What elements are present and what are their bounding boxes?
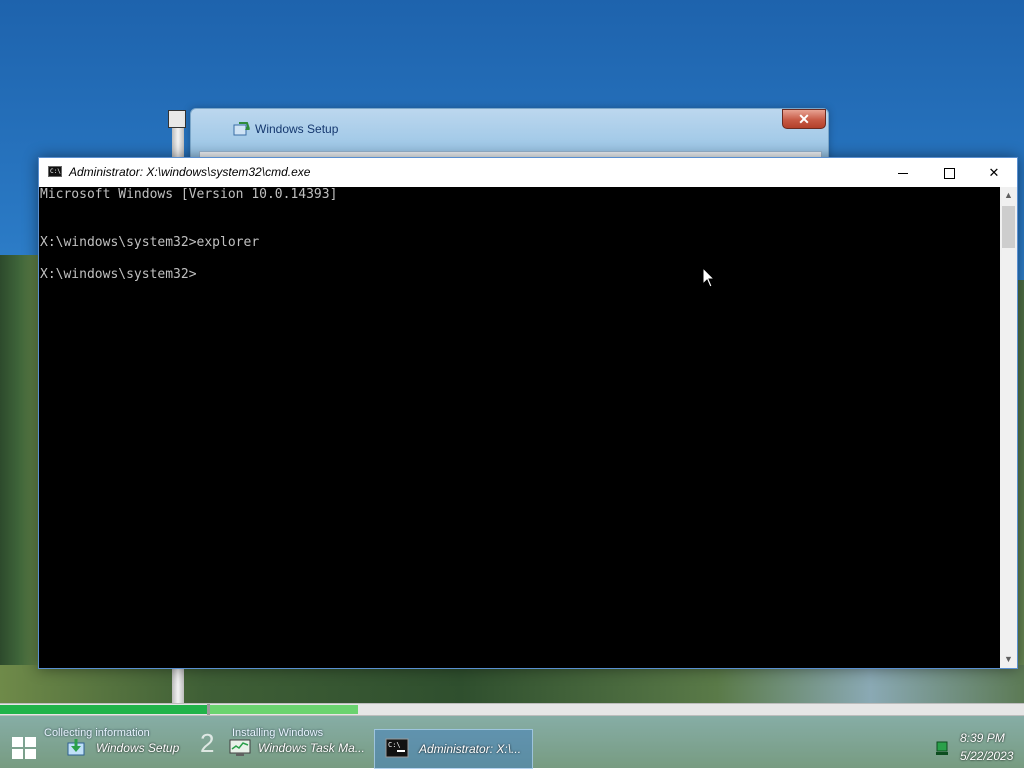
maximize-icon bbox=[943, 168, 955, 180]
close-icon: ✕ bbox=[988, 165, 1000, 180]
taskbar-item-windows-setup[interactable]: Windows Setup bbox=[56, 729, 186, 767]
taskbar-item-cmd[interactable]: C:\ Administrator: X:\... bbox=[374, 729, 533, 769]
taskbar-item-label: Administrator: X:\... bbox=[419, 742, 522, 756]
progress-step1-fill bbox=[0, 705, 207, 714]
setup-progress-bar bbox=[0, 703, 1024, 716]
taskbar-item-task-manager[interactable]: Windows Task Ma... bbox=[218, 729, 368, 767]
scroll-down-button[interactable]: ▼ bbox=[1000, 651, 1017, 668]
vertical-scrollbar[interactable]: ▲ ▼ bbox=[1000, 187, 1017, 668]
task-manager-icon bbox=[229, 739, 251, 756]
sign-cap bbox=[168, 110, 186, 128]
console-line: Microsoft Windows [Version 10.0.14393] bbox=[40, 187, 338, 202]
mouse-cursor-icon bbox=[702, 267, 716, 288]
setup-icon bbox=[233, 122, 250, 136]
taskbar-item-label: Windows Task Ma... bbox=[258, 741, 365, 755]
console-output[interactable]: Microsoft Windows [Version 10.0.14393] X… bbox=[39, 187, 1000, 668]
setup-close-button[interactable]: ✕ bbox=[782, 109, 826, 129]
svg-text:C:\: C:\ bbox=[388, 741, 401, 749]
progress-step2-fill bbox=[210, 705, 358, 714]
cmd-window-title: Administrator: X:\windows\system32\cmd.e… bbox=[69, 165, 311, 179]
minimize-button[interactable] bbox=[880, 158, 926, 187]
minimize-icon bbox=[898, 173, 908, 175]
cmd-icon[interactable]: C:\ bbox=[48, 166, 62, 177]
console-line: X:\windows\system32>explorer bbox=[40, 235, 260, 250]
scrollbar-thumb[interactable] bbox=[1002, 206, 1015, 248]
network-icon[interactable] bbox=[936, 741, 948, 755]
clock-date[interactable]: 5/22/2023 bbox=[960, 749, 1013, 763]
setup-window-title: Windows Setup bbox=[255, 122, 339, 136]
cmd-icon: C:\ bbox=[385, 738, 409, 758]
maximize-button[interactable] bbox=[926, 158, 972, 187]
setup-step2-number: 2 bbox=[200, 728, 215, 758]
console-prompt-line: X:\windows\system32> bbox=[40, 267, 197, 282]
taskbar-item-label: Windows Setup bbox=[96, 741, 180, 755]
forest-scenery-bottom bbox=[0, 665, 1024, 705]
start-button[interactable] bbox=[10, 735, 38, 761]
scroll-up-button[interactable]: ▲ bbox=[1000, 187, 1017, 204]
cmd-titlebar[interactable]: C:\ Administrator: X:\windows\system32\c… bbox=[39, 158, 1017, 187]
close-button[interactable]: ✕ bbox=[971, 158, 1017, 187]
setup-icon bbox=[67, 739, 85, 756]
cmd-window[interactable]: C:\ Administrator: X:\windows\system32\c… bbox=[38, 157, 1018, 669]
clock-time[interactable]: 8:39 PM bbox=[960, 731, 1005, 745]
